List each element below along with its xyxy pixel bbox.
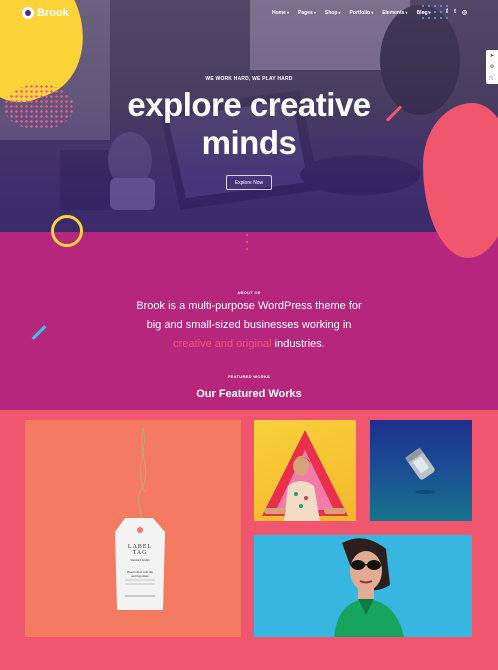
- explore-now-button[interactable]: Explore Now: [226, 175, 272, 190]
- about-description: Brook is a multi-purpose WordPress theme…: [110, 297, 388, 354]
- settings-tool-icon[interactable]: ⚙: [490, 64, 494, 70]
- can-product-image: [405, 447, 435, 494]
- facebook-icon[interactable]: f: [446, 9, 448, 16]
- featured-title: Our Featured Works: [196, 388, 302, 400]
- featured-kicker: FEATURED WORKS: [227, 374, 271, 379]
- hero-headline-line1: explore creative: [127, 86, 371, 123]
- hero-section: Brook Home Pages Shop Portfolio Elements…: [0, 0, 498, 232]
- yellow-ring-decoration: [51, 215, 83, 247]
- menu-item-pages[interactable]: Pages: [298, 10, 316, 16]
- about-text-line1: Brook is a multi-purpose WordPress theme…: [136, 300, 362, 312]
- hero-headline-line2: minds: [201, 124, 297, 161]
- label-tag-image: [115, 427, 165, 610]
- logo-mark-icon: [22, 7, 34, 19]
- label-tag-line2: TAG: [132, 550, 148, 556]
- label-tag-small: Standard design: [130, 558, 150, 562]
- label-tag-note2: and Ingredient: [131, 574, 149, 578]
- pink-dot-pattern: [4, 84, 74, 130]
- social-links: f t ◎: [446, 9, 467, 16]
- hero-headline: explore creative minds: [100, 86, 398, 162]
- menu-item-elements[interactable]: Elements: [382, 10, 407, 16]
- menu-item-blog[interactable]: Blog: [417, 10, 431, 16]
- cart-tool-icon[interactable]: 🛒: [489, 75, 495, 81]
- menu-item-home[interactable]: Home: [272, 10, 289, 16]
- menu-item-portfolio[interactable]: Portfolio: [350, 10, 374, 16]
- cursor-tool-icon[interactable]: ➤: [490, 53, 494, 59]
- side-toolbar: ➤ ⚙ 🛒: [486, 50, 498, 84]
- work-tile-can-product[interactable]: [370, 420, 472, 521]
- twitter-icon[interactable]: t: [454, 9, 456, 16]
- top-navigation: Brook Home Pages Shop Portfolio Elements…: [0, 0, 498, 28]
- instagram-icon[interactable]: ◎: [462, 9, 467, 16]
- label-tag-text: LABEL TAG Standard design Handcrafted wi…: [117, 544, 163, 578]
- work-tile-label-tag[interactable]: LABEL TAG Standard design Handcrafted wi…: [25, 420, 241, 637]
- vertical-dots-decoration: [246, 234, 248, 250]
- woman-sunglasses-image: [334, 538, 404, 637]
- work-tile-triangle-portrait[interactable]: [254, 420, 356, 521]
- about-text-line2: big and small-sized businesses working i…: [146, 319, 352, 331]
- about-text-tail: industries.: [271, 338, 325, 350]
- dot: [246, 241, 248, 243]
- main-menu: Home Pages Shop Portfolio Elements Blog: [272, 10, 431, 16]
- about-text-line3: creative and original industries.: [110, 335, 388, 354]
- hero-tagline: WE WORK HARD, WE PLAY HARD: [205, 76, 293, 82]
- brand-logo[interactable]: Brook: [22, 7, 69, 19]
- work-tile-woman-sunglasses[interactable]: [254, 535, 472, 637]
- logo-text: Brook: [37, 7, 69, 19]
- about-highlight: creative and original: [173, 338, 272, 350]
- menu-item-shop[interactable]: Shop: [325, 10, 341, 16]
- dot: [246, 248, 248, 250]
- about-kicker: ABOUT US: [237, 290, 261, 295]
- dot: [246, 234, 248, 236]
- triangle-portrait-image: [262, 430, 348, 521]
